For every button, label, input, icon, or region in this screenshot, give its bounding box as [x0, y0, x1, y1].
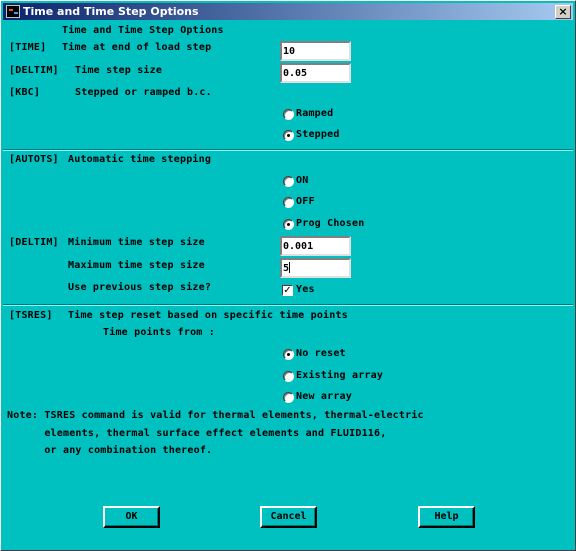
- ok-button[interactable]: OK: [103, 506, 160, 528]
- autots-off-label: OFF: [296, 196, 315, 207]
- time-end-input[interactable]: 10: [280, 41, 351, 61]
- tsres-label: Time step reset based on specific time p…: [68, 310, 348, 321]
- time-tag: [TIME]: [9, 42, 47, 53]
- min-step-tag: [DELTIM]: [9, 237, 59, 248]
- no-reset-label: No reset: [296, 348, 346, 359]
- close-button[interactable]: ×: [555, 5, 571, 19]
- stepped-label: Stepped: [296, 129, 340, 140]
- autots-label: Automatic time stepping: [68, 154, 212, 165]
- existing-array-radio[interactable]: [283, 371, 294, 382]
- time-end-value: 10: [283, 46, 296, 57]
- max-step-label: Maximum time step size: [68, 260, 205, 271]
- cancel-button[interactable]: Cancel: [260, 506, 317, 528]
- deltim-label: Time step size: [75, 65, 163, 76]
- help-button[interactable]: Help: [418, 506, 475, 528]
- dialog-window: Time and Time Step Options × Time and Ti…: [0, 0, 576, 551]
- time-step-size-input[interactable]: 0.05: [280, 63, 351, 83]
- autots-prog-chosen-radio[interactable]: [283, 219, 294, 230]
- stepped-radio[interactable]: [283, 130, 294, 141]
- time-step-size-value: 0.05: [283, 68, 308, 79]
- kbc-label: Stepped or ramped b.c.: [75, 87, 212, 98]
- note-line: or any combination thereof.: [7, 445, 213, 456]
- note-line: Note: TSRES command is valid for thermal…: [7, 410, 424, 421]
- autots-on-label: ON: [296, 175, 309, 186]
- time-label: Time at end of load step: [62, 42, 212, 53]
- max-step-input[interactable]: 5: [280, 258, 351, 278]
- new-array-label: New array: [296, 391, 352, 402]
- use-previous-label: Use previous step size?: [68, 282, 212, 293]
- min-step-value: 0.001: [283, 241, 314, 252]
- autots-on-radio[interactable]: [283, 176, 294, 187]
- section-divider: [3, 149, 573, 151]
- no-reset-radio[interactable]: [283, 349, 294, 360]
- kbc-tag: [KBC]: [9, 87, 41, 98]
- text-caret: [289, 262, 291, 273]
- existing-array-label: Existing array: [296, 370, 384, 381]
- use-previous-yes-label: Yes: [296, 284, 315, 295]
- section-heading: Time and Time Step Options: [62, 25, 224, 36]
- ramped-radio[interactable]: [283, 109, 294, 120]
- app-icon: [6, 5, 20, 18]
- autots-tag: [AUTOTS]: [9, 154, 59, 165]
- ramped-label: Ramped: [296, 108, 334, 119]
- new-array-radio[interactable]: [283, 392, 294, 403]
- deltim-tag: [DELTIM]: [9, 65, 59, 76]
- title-bar[interactable]: Time and Time Step Options ×: [3, 3, 573, 20]
- time-points-from-label: Time points from :: [103, 327, 215, 338]
- tsres-tag: [TSRES]: [9, 310, 53, 321]
- note-line: elements, thermal surface effect element…: [7, 428, 387, 439]
- min-step-label: Minimum time step size: [68, 237, 205, 248]
- autots-off-radio[interactable]: [283, 197, 294, 208]
- section-divider: [3, 304, 573, 306]
- use-previous-checkbox[interactable]: ✓: [282, 285, 293, 296]
- min-step-input[interactable]: 0.001: [280, 236, 351, 256]
- autots-prog-chosen-label: Prog Chosen: [296, 218, 365, 229]
- window-title: Time and Time Step Options: [23, 5, 199, 18]
